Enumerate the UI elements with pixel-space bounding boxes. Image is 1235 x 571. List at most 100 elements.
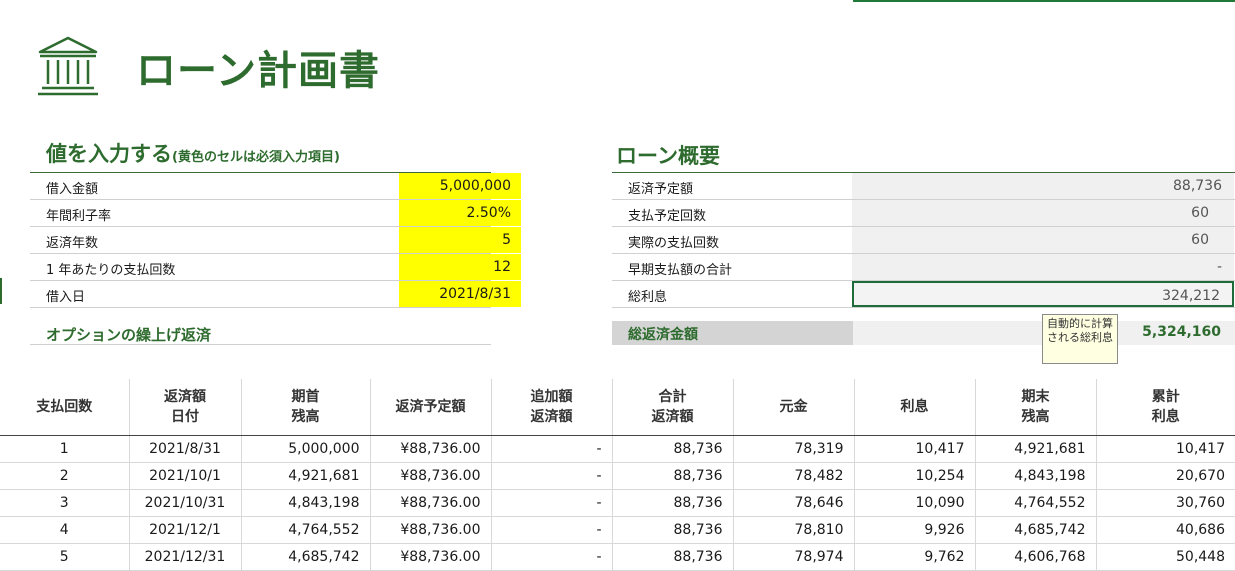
header-interest: 利息 <box>854 379 976 436</box>
header-payment-date: 返済額 日付 <box>129 379 242 436</box>
table-cell[interactable]: - <box>491 462 613 490</box>
table-row: 3 2021/10/31 4,843,198 ¥88,736.00 - 88,7… <box>0 489 1235 517</box>
input-row-loan-amount: 借入金額 5,000,000 <box>30 173 521 200</box>
table-cell[interactable]: 40,686 <box>1096 516 1235 544</box>
summary-row-scheduled-count: 支払予定回数 60 <box>612 200 1235 227</box>
table-cell[interactable]: 78,974 <box>733 543 855 571</box>
total-interest-cell[interactable]: 324,212 <box>852 281 1234 307</box>
table-cell[interactable]: 2021/8/31 <box>129 435 242 463</box>
table-cell[interactable]: 4,843,198 <box>241 489 371 517</box>
table-row: 5 2021/12/31 4,685,742 ¥88,736.00 - 88,7… <box>0 543 1235 571</box>
table-cell[interactable]: 4,764,552 <box>241 516 371 544</box>
header-ending-balance: 期末 残高 <box>975 379 1097 436</box>
input-row-payments-per-year: 1 年あたりの支払回数 12 <box>30 254 521 281</box>
loan-amount-cell[interactable]: 5,000,000 <box>399 173 521 199</box>
table-cell[interactable]: ¥88,736.00 <box>370 462 492 490</box>
table-cell[interactable]: 10,417 <box>854 435 976 463</box>
table-row: 4 2021/12/1 4,764,552 ¥88,736.00 - 88,73… <box>0 516 1235 544</box>
table-cell[interactable]: 2021/10/1 <box>129 462 242 490</box>
input-row-loan-date: 借入日 2021/8/31 <box>30 281 521 308</box>
header-total-payment: 合計 返済額 <box>612 379 734 436</box>
table-cell[interactable]: 4 <box>0 516 130 544</box>
optional-prepayment-divider <box>30 344 491 345</box>
table-cell[interactable]: 4,843,198 <box>975 462 1097 490</box>
table-cell[interactable]: ¥88,736.00 <box>370 435 492 463</box>
table-cell[interactable]: 2021/12/31 <box>129 543 242 571</box>
optional-prepayment-title: オプションの繰上げ返済 <box>46 326 212 344</box>
table-cell[interactable]: - <box>491 435 613 463</box>
summary-row-total-interest: 総利息 324,212 <box>612 281 1235 308</box>
summary-row-actual-count: 実際の支払回数 60 <box>612 227 1235 254</box>
table-cell[interactable]: 88,736 <box>612 462 734 490</box>
table-cell[interactable]: 4,685,742 <box>241 543 371 571</box>
table-cell[interactable]: 4,606,768 <box>975 543 1097 571</box>
early-payments-cell[interactable]: - <box>852 254 1234 280</box>
table-cell[interactable]: 4,764,552 <box>975 489 1097 517</box>
table-cell[interactable]: 88,736 <box>612 435 734 463</box>
payment-schedule-table: 支払回数 返済額 日付 期首 残高 返済予定額 追加額 返済額 合計 返済額 元… <box>0 379 1235 571</box>
header-principal: 元金 <box>733 379 855 436</box>
table-cell[interactable]: 3 <box>0 489 130 517</box>
table-cell[interactable]: 30,760 <box>1096 489 1235 517</box>
table-cell[interactable]: 78,482 <box>733 462 855 490</box>
page-title: ローン計画書 <box>136 48 380 94</box>
summary-row-early-payments: 早期支払額の合計 - <box>612 254 1235 281</box>
table-cell[interactable]: 2021/10/31 <box>129 489 242 517</box>
payments-per-year-cell[interactable]: 12 <box>399 254 521 280</box>
table-cell[interactable]: 78,810 <box>733 516 855 544</box>
total-repayment-label: 総返済金額 <box>628 327 698 343</box>
table-cell[interactable]: 4,685,742 <box>975 516 1097 544</box>
table-row: 2 2021/10/1 4,921,681 ¥88,736.00 - 88,73… <box>0 462 1235 490</box>
header-extra-payment: 追加額 返済額 <box>491 379 613 436</box>
table-cell[interactable]: 2021/12/1 <box>129 516 242 544</box>
summary-label: 支払予定回数 <box>628 209 707 224</box>
table-cell[interactable]: 88,736 <box>612 543 734 571</box>
summary-label: 総利息 <box>628 290 668 305</box>
summary-label: 実際の支払回数 <box>628 236 720 251</box>
header-scheduled-payment: 返済予定額 <box>370 379 492 436</box>
summary-label: 返済予定額 <box>628 182 694 197</box>
table-cell[interactable]: 88,736 <box>612 489 734 517</box>
actual-count-cell[interactable]: 60 <box>852 227 1234 253</box>
table-cell[interactable]: ¥88,736.00 <box>370 489 492 517</box>
input-label: 返済年数 <box>46 236 99 251</box>
table-row: 1 2021/8/31 5,000,000 ¥88,736.00 - 88,73… <box>0 435 1235 463</box>
input-section-note: (黄色のセルは必須入力項目) <box>172 150 340 165</box>
table-cell[interactable]: 20,670 <box>1096 462 1235 490</box>
header-cumulative-interest: 累計 利息 <box>1096 379 1235 436</box>
input-label: 借入日 <box>46 290 86 305</box>
schedule-header-row: 支払回数 返済額 日付 期首 残高 返済予定額 追加額 返済額 合計 返済額 元… <box>0 379 1235 436</box>
scheduled-payment-cell[interactable]: 88,736 <box>852 173 1234 199</box>
summary-section-title: ローン概要 <box>616 144 720 168</box>
table-cell[interactable]: 88,736 <box>612 516 734 544</box>
table-cell[interactable]: ¥88,736.00 <box>370 516 492 544</box>
table-cell[interactable]: 4,921,681 <box>975 435 1097 463</box>
row-selection-marker <box>0 278 2 304</box>
table-cell[interactable]: 5 <box>0 543 130 571</box>
scheduled-count-cell[interactable]: 60 <box>852 200 1234 226</box>
table-cell[interactable]: 5,000,000 <box>241 435 371 463</box>
table-cell[interactable]: 4,921,681 <box>241 462 371 490</box>
column-header-accent-line <box>853 0 1235 2</box>
table-cell[interactable]: 1 <box>0 435 130 463</box>
header-payment-number: 支払回数 <box>0 379 130 436</box>
table-cell[interactable]: - <box>491 543 613 571</box>
input-section-title: 値を入力する <box>46 142 172 166</box>
loan-years-cell[interactable]: 5 <box>399 227 521 253</box>
table-cell[interactable]: ¥88,736.00 <box>370 543 492 571</box>
table-cell[interactable]: - <box>491 516 613 544</box>
table-cell[interactable]: 10,417 <box>1096 435 1235 463</box>
table-cell[interactable]: 10,090 <box>854 489 976 517</box>
table-cell[interactable]: 9,762 <box>854 543 976 571</box>
table-cell[interactable]: 78,319 <box>733 435 855 463</box>
table-cell[interactable]: - <box>491 489 613 517</box>
table-cell[interactable]: 78,646 <box>733 489 855 517</box>
loan-date-cell[interactable]: 2021/8/31 <box>399 281 521 307</box>
interest-rate-cell[interactable]: 2.50% <box>399 200 521 226</box>
table-cell[interactable]: 50,448 <box>1096 543 1235 571</box>
bank-icon <box>36 34 100 98</box>
cell-comment-tooltip: 自動的に計算される総利息 <box>1042 314 1118 364</box>
table-cell[interactable]: 9,926 <box>854 516 976 544</box>
table-cell[interactable]: 10,254 <box>854 462 976 490</box>
table-cell[interactable]: 2 <box>0 462 130 490</box>
